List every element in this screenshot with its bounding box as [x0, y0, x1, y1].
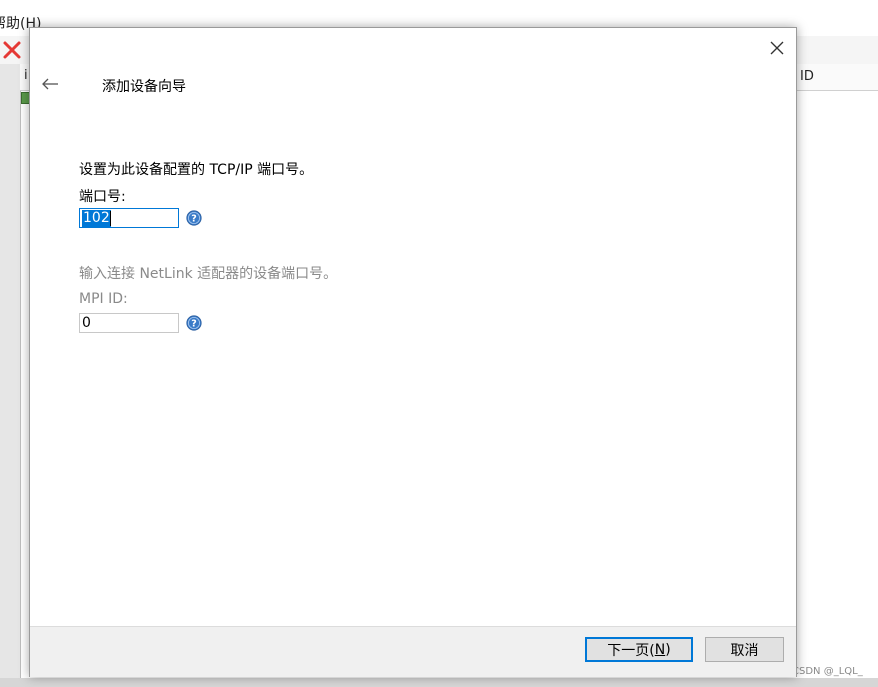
mpi-id-label: MPI ID: [79, 291, 128, 307]
close-icon [770, 41, 784, 55]
close-button[interactable] [764, 36, 790, 60]
next-button-mnemonic: N [654, 641, 666, 658]
port-number-input[interactable]: 102 [79, 208, 179, 228]
add-device-wizard-dialog: 添加设备向导 设置为此设备配置的 TCP/IP 端口号。 端口号: 102 ? … [29, 27, 797, 677]
dialog-footer: 下一页(N) 取消 [30, 626, 796, 677]
back-arrow-icon [42, 78, 58, 90]
delete-x-icon[interactable] [2, 40, 22, 60]
background-left-pane [0, 64, 20, 687]
port-number-selected-text: 102 [82, 210, 111, 227]
dialog-title: 添加设备向导 [102, 79, 186, 95]
svg-text:?: ? [191, 214, 197, 225]
column-header-id[interactable]: ID [800, 69, 814, 84]
column-header-first[interactable]: i [24, 68, 28, 83]
port-instruction-text: 设置为此设备配置的 TCP/IP 端口号。 [79, 162, 314, 178]
mpi-id-input[interactable]: 0 [79, 313, 179, 333]
mpi-help-icon[interactable]: ? [186, 315, 202, 331]
watermark: CSDN @_LQL_ [792, 666, 863, 677]
netlink-hint-text: 输入连接 NetLink 适配器的设备端口号。 [79, 266, 338, 282]
svg-text:?: ? [191, 319, 197, 330]
next-button[interactable]: 下一页(N) [585, 637, 693, 662]
cancel-button[interactable]: 取消 [705, 637, 784, 662]
port-help-icon[interactable]: ? [186, 210, 202, 226]
next-button-label-suffix: ) [665, 641, 671, 658]
back-button[interactable] [37, 72, 63, 96]
next-button-label-prefix: 下一页( [607, 642, 655, 659]
background-bottom-bar [0, 678, 878, 687]
port-number-label: 端口号: [79, 189, 126, 205]
text-caret [109, 210, 111, 226]
